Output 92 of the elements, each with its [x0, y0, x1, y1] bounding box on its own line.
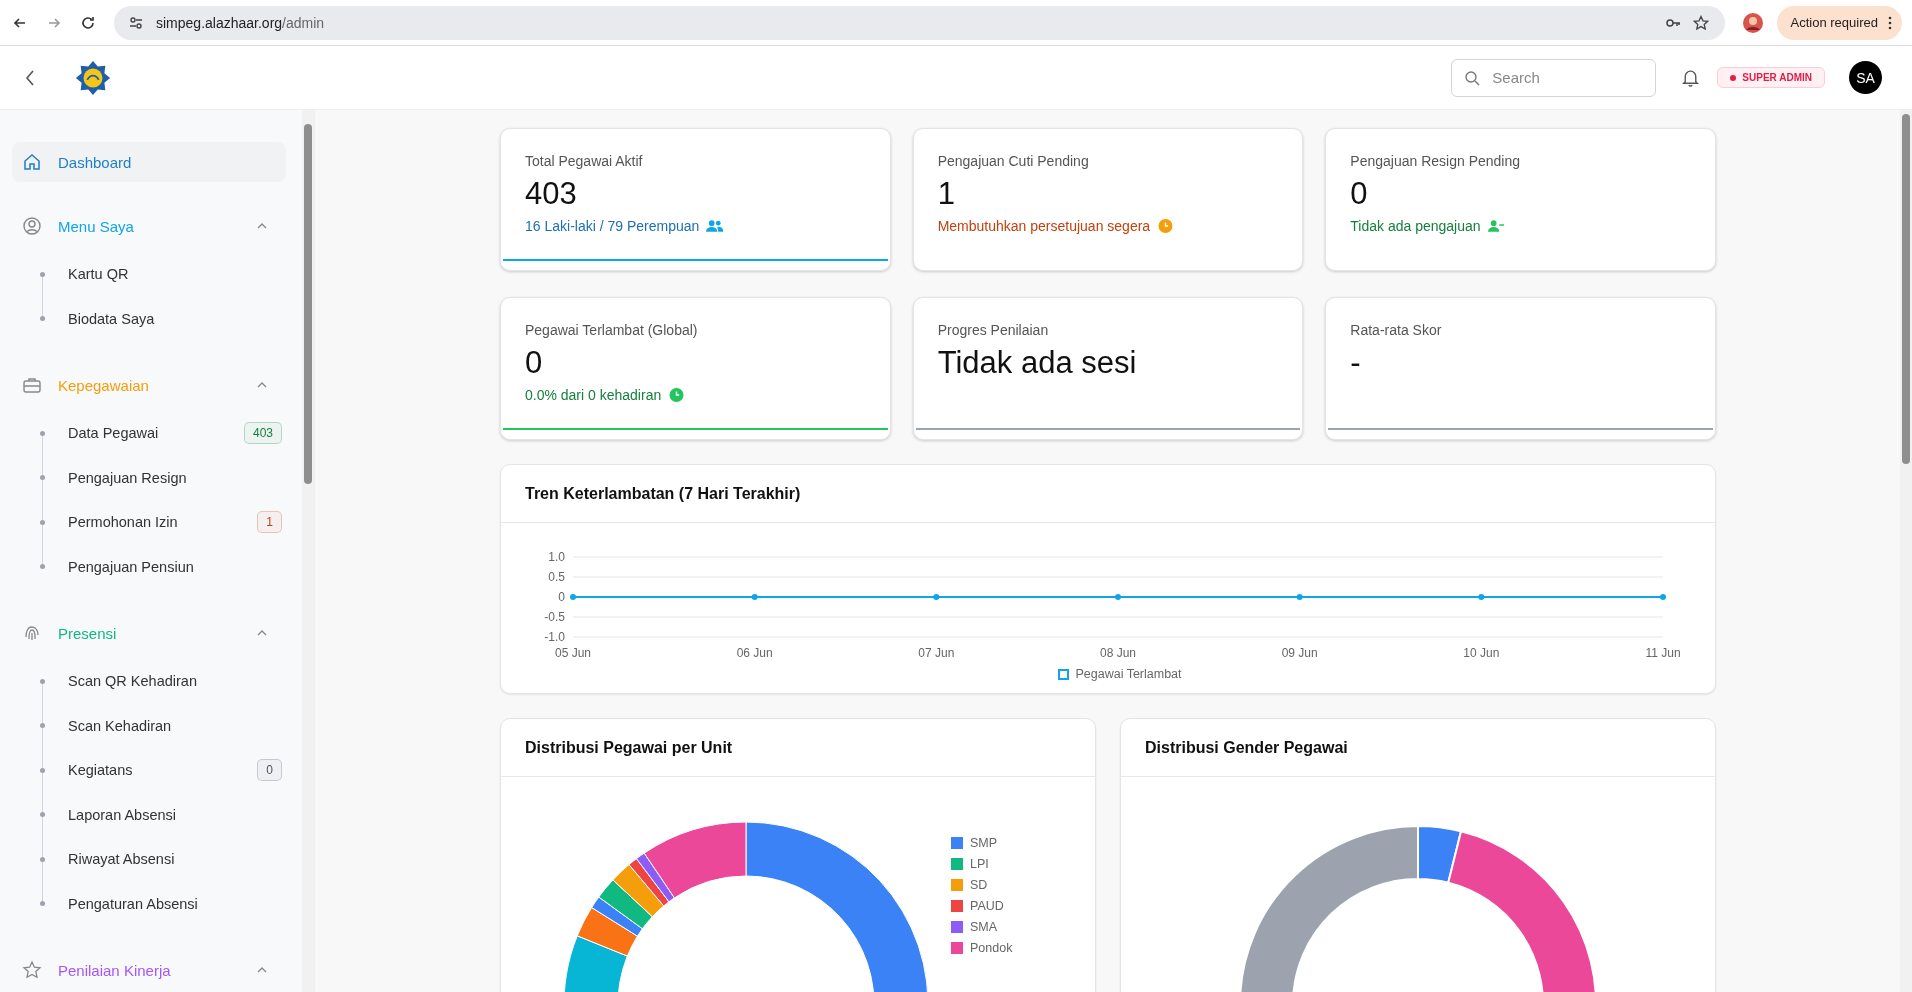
stat-label: Pegawai Terlambat (Global) [525, 322, 699, 338]
sidebar-item[interactable]: Riwayat Absensi [12, 837, 286, 882]
chevron-icon[interactable] [256, 966, 268, 974]
data-point [1660, 594, 1666, 600]
count-badge: 0 [257, 759, 282, 782]
star-icon[interactable] [1692, 14, 1709, 31]
sidebar-item[interactable]: Scan QR Kehadiran [12, 659, 286, 704]
notification-bell-icon[interactable] [1682, 68, 1700, 87]
stat-value: - [1350, 344, 1362, 382]
data-point [570, 594, 576, 600]
card-title: Tren Keterlambatan (7 Hari Terakhir) [525, 484, 801, 503]
scrollbar[interactable] [302, 110, 314, 992]
clock-icon [668, 388, 686, 403]
action-required-button[interactable]: Action required [1776, 5, 1902, 40]
more-icon[interactable] [1888, 15, 1892, 30]
stat-label: Pengajuan Resign Pending [1350, 153, 1522, 169]
card-title: Distribusi Pegawai per Unit [525, 738, 733, 757]
chevron-icon[interactable] [256, 222, 268, 230]
axis-tick-label: 0.5 [548, 570, 565, 584]
stat-value: 1 [937, 175, 956, 213]
data-point [933, 594, 940, 600]
data-point [1478, 594, 1485, 600]
reload-icon[interactable] [80, 14, 96, 31]
stat-value: 403 [525, 175, 578, 213]
fingerprint-icon [22, 623, 42, 643]
stat-note: Tidak ada pengajuan [1350, 218, 1481, 235]
axis-tick-label: 10 Jun [1463, 646, 1500, 660]
data-point [751, 594, 758, 600]
sidebar-item[interactable]: Pengaturan Absensi [12, 881, 286, 926]
stat-label: Progres Penilaian [937, 322, 1050, 338]
user-minus-icon [1487, 219, 1505, 234]
axis-tick-label: 09 Jun [1281, 646, 1318, 660]
axis-tick-label: 05 Jun [555, 646, 591, 660]
status-dot-icon [1730, 74, 1737, 81]
sidebar-item[interactable]: Kegiatans 0 [12, 748, 286, 793]
sidebar-item[interactable]: Laporan Absensi [12, 792, 286, 837]
home-icon [22, 152, 42, 172]
axis-tick-label: 11 Jun [1645, 646, 1681, 660]
legend-label: SD [970, 878, 988, 892]
stat-label: Total Pegawai Aktif [525, 153, 644, 169]
user-avatar[interactable]: SA [1849, 61, 1882, 94]
sidebar-section[interactable]: Penilaian Kinerja [12, 956, 286, 984]
legend-label: SMA [970, 920, 998, 934]
legend-label: Pondok [970, 941, 1013, 955]
axis-tick-label: 06 Jun [736, 646, 773, 660]
sidebar-item[interactable]: Kartu QR [12, 252, 286, 297]
stat-value: 0 [1350, 175, 1369, 213]
legend-swatch [1058, 668, 1070, 680]
stat-note: 0.0% dari 0 kehadiran [525, 387, 662, 404]
data-point [1296, 594, 1303, 600]
chevron-icon[interactable] [256, 381, 268, 389]
axis-tick-label: 08 Jun [1100, 646, 1136, 660]
data-point [1115, 594, 1121, 600]
legend-label: PAUD [970, 899, 1004, 913]
stat-value: 0 [525, 344, 544, 382]
axis-tick-label: 0 [558, 590, 565, 604]
clock-icon [1157, 219, 1175, 234]
axis-tick-label: -1.0 [544, 630, 565, 644]
sidebar-item[interactable]: Scan Kehadiran [12, 703, 286, 748]
sidebar-item[interactable]: Pengajuan Resign [12, 455, 286, 500]
user-circle-icon [22, 216, 42, 236]
stat-note: 16 Laki-laki / 79 Perempuan [525, 218, 700, 235]
axis-tick-label: -0.5 [544, 610, 565, 624]
sidebar-item[interactable]: Dashboard [12, 142, 286, 182]
legend-label: SMP [970, 836, 998, 850]
briefcase-icon [22, 375, 42, 395]
stat-note: Membutuhkan persetujuan segera [937, 218, 1151, 235]
stat-value: Tidak ada sesi [937, 344, 1138, 382]
card-title: Distribusi Gender Pegawai [1145, 738, 1348, 757]
stat-label: Rata-rata Skor [1350, 322, 1443, 338]
site-settings-icon[interactable] [128, 14, 144, 31]
legend-label: Pegawai Terlambat [1075, 667, 1182, 681]
users-icon [706, 219, 724, 234]
sidebar-item[interactable]: Biodata Saya [12, 296, 286, 341]
sidebar-item[interactable]: Pengajuan Pensiun [12, 544, 286, 589]
sidebar-item[interactable]: Permohonan Izin 1 [12, 500, 286, 545]
role-badge: SUPER ADMIN [1717, 67, 1825, 88]
axis-tick-label: 1.0 [548, 550, 565, 564]
star-icon [22, 960, 42, 980]
count-badge: 1 [257, 511, 282, 534]
legend-label: LPI [970, 857, 989, 871]
address-bar[interactable]: simpeg.alazhaar.org/admin [114, 5, 1725, 40]
url-text: simpeg.alazhaar.org/admin [156, 14, 325, 31]
search-field[interactable]: Search [1451, 58, 1657, 97]
sidebar-item[interactable]: Data Pegawai 403 [12, 411, 286, 456]
profile-icon[interactable] [1742, 12, 1763, 33]
axis-tick-label: 07 Jun [918, 646, 955, 660]
count-badge: 403 [243, 422, 282, 445]
scrollbar[interactable] [1900, 110, 1912, 992]
chevron-icon[interactable] [256, 629, 268, 637]
stat-label: Pengajuan Cuti Pending [937, 153, 1090, 169]
search-icon [1464, 69, 1481, 86]
